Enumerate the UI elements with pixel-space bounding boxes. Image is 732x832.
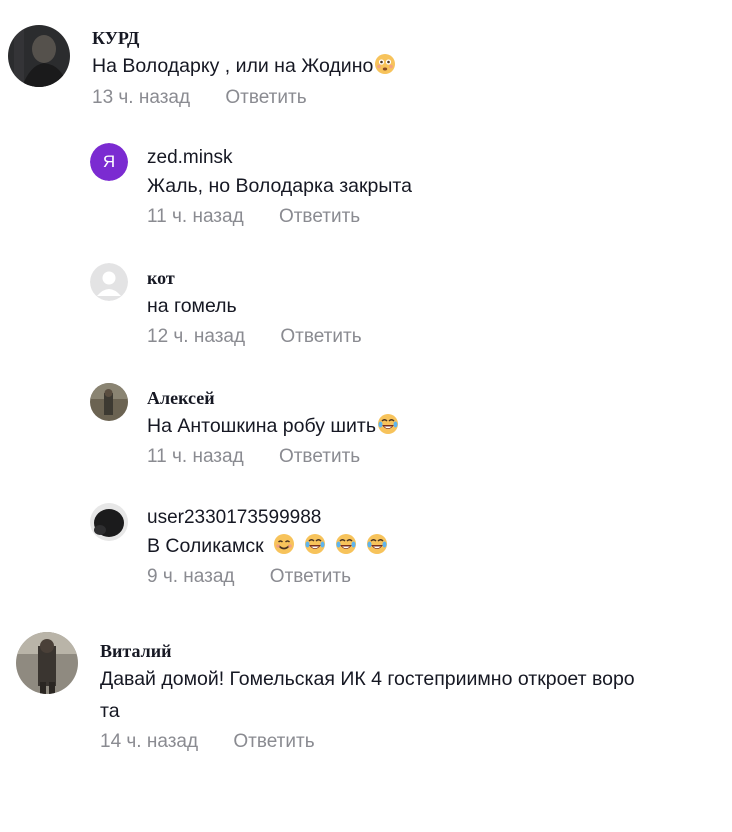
reply-button[interactable]: Ответить (225, 87, 306, 108)
comment-meta: 9 ч. назад Ответить (147, 562, 388, 592)
comment-time: 9 ч. назад (147, 566, 235, 587)
comment-text-content: В Соликамск (147, 535, 264, 557)
comment-body: Виталий Давай домой! Гомельская ИК 4 гос… (100, 632, 635, 757)
reply-button[interactable]: Ответить (279, 446, 360, 467)
comment-meta: 14 ч. назад Ответить (100, 727, 635, 757)
avatar[interactable] (8, 25, 70, 87)
comment-time: 13 ч. назад (92, 87, 191, 108)
tears-of-joy-icon (377, 413, 399, 435)
comment-text-line: Давай домой! Гомельская ИК 4 гостеприимн… (100, 668, 635, 690)
username[interactable]: КУРД (92, 27, 396, 49)
comment-body: zed.minsk Жаль, но Володарка закрыта 11 … (147, 143, 412, 232)
avatar[interactable]: Я (90, 143, 128, 181)
comment-body: кот на гомель 12 ч. назад Ответить (147, 263, 362, 352)
comment-body: Алексей На Антошкина робу шить 11 ч. наз… (147, 383, 399, 472)
tears-of-joy-icon (304, 533, 326, 555)
comment-text: На Володарку , или на Жодино (92, 50, 396, 82)
tears-of-joy-icon (366, 533, 388, 555)
comment-text: на гомель (147, 295, 237, 317)
avatar[interactable] (90, 263, 128, 301)
reply-button[interactable]: Ответить (270, 566, 351, 587)
reply-button[interactable]: Ответить (233, 731, 314, 752)
smiling-face-icon (273, 533, 295, 555)
avatar-letter: Я (102, 152, 116, 171)
comment-text-content: На Антошкина робу шить (147, 415, 377, 437)
avatar[interactable] (90, 503, 128, 541)
comment-time: 11 ч. назад (147, 446, 244, 467)
username[interactable]: user2330173599988 (147, 507, 388, 529)
comment-time: 11 ч. назад (147, 206, 244, 227)
username[interactable]: кот (147, 267, 362, 289)
comment-text-line: та (100, 700, 120, 722)
reply-button[interactable]: Ответить (280, 326, 361, 347)
comment-time: 14 ч. назад (100, 731, 199, 752)
comment-body: user2330173599988 В Соликамск 9 ч. назад… (147, 503, 388, 592)
username[interactable]: Виталий (100, 640, 635, 662)
avatar[interactable] (90, 383, 128, 421)
comment-text: Жаль, но Володарка закрыта (147, 175, 412, 197)
avatar[interactable] (16, 632, 78, 694)
username[interactable]: zed.minsk (147, 147, 412, 169)
reply-button[interactable]: Ответить (279, 206, 360, 227)
comment-meta: 13 ч. назад Ответить (92, 83, 396, 113)
comment-meta: 11 ч. назад Ответить (147, 202, 412, 232)
flushed-face-icon (374, 53, 396, 75)
username[interactable]: Алексей (147, 387, 399, 409)
comment-text: В Соликамск (147, 530, 388, 562)
comment-body: КУРД На Володарку , или на Жодино 13 ч. … (92, 25, 396, 113)
comment-text: На Антошкина робу шить (147, 410, 399, 442)
comment-text-content: На Володарку , или на Жодино (92, 55, 374, 77)
tears-of-joy-icon (335, 533, 357, 555)
comment-meta: 12 ч. назад Ответить (147, 322, 362, 352)
comment-time: 12 ч. назад (147, 326, 246, 347)
comment-meta: 11 ч. назад Ответить (147, 442, 399, 472)
